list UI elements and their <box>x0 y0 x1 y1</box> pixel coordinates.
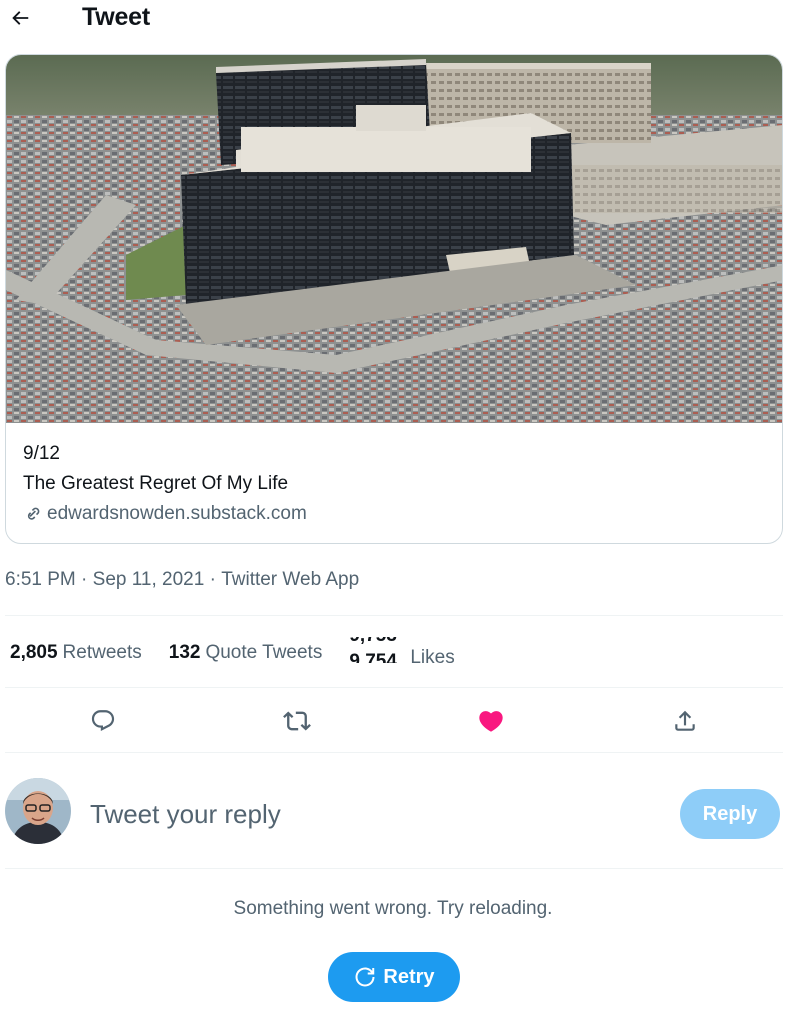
card-title: The Greatest Regret Of My Life <box>23 473 289 494</box>
reply-submit-button[interactable]: Reply <box>680 789 780 839</box>
retweets-label: Retweets <box>62 642 142 663</box>
retweets-stat[interactable]: 2,805 Retweets <box>10 642 142 664</box>
likes-count-old: 9,753 <box>349 637 397 645</box>
divider <box>5 687 783 688</box>
refresh-icon <box>355 967 375 987</box>
reply-input[interactable] <box>90 794 650 834</box>
tweet-date-link[interactable]: Sep 11, 2021 <box>93 569 205 591</box>
link-preview-card[interactable]: 9/12 The Greatest Regret Of My Life edwa… <box>5 54 783 544</box>
tweet-stats: 2,805 Retweets 132 Quote Tweets 9,753 9,… <box>10 637 482 669</box>
error-message: Something went wrong. Try reloading. <box>233 898 553 919</box>
arrow-left-icon <box>12 11 29 25</box>
divider <box>5 752 783 753</box>
timestamp-separator: · <box>75 569 93 590</box>
link-icon <box>27 507 40 520</box>
like-button[interactable] <box>474 704 508 738</box>
tweet-timestamp: 6:51 PM · Sep 11, 2021 · Twitter Web App <box>5 569 359 591</box>
quote-tweets-stat[interactable]: 132 Quote Tweets <box>169 642 323 664</box>
reply-icon <box>91 710 115 732</box>
heart-filled-icon <box>479 711 503 732</box>
share-icon <box>675 710 695 731</box>
back-button[interactable] <box>6 4 34 32</box>
likes-stat[interactable]: 9,753 9,754 Likes <box>349 637 454 669</box>
reply-composer: Reply <box>0 770 794 860</box>
likes-count-new: 9,754 <box>349 651 397 663</box>
retweet-icon <box>283 711 311 731</box>
tweet-source-link[interactable]: Twitter Web App <box>221 569 359 591</box>
reply-button[interactable] <box>86 704 120 738</box>
tweet-time-link[interactable]: 6:51 PM <box>5 569 76 591</box>
divider <box>5 868 783 869</box>
likes-count-animating: 9,753 9,754 <box>349 637 404 663</box>
page-header: Tweet <box>0 0 794 36</box>
likes-label: Likes <box>410 647 455 668</box>
retry-button[interactable]: Retry <box>328 952 460 1002</box>
share-button[interactable] <box>668 704 702 738</box>
card-domain: edwardsnowden.substack.com <box>23 503 307 525</box>
page-title: Tweet <box>82 3 150 31</box>
card-image[interactable] <box>6 55 782 423</box>
card-domain-text: edwardsnowden.substack.com <box>47 503 307 524</box>
retry-label: Retry <box>383 965 435 988</box>
tweet-actions <box>0 696 794 746</box>
retweet-button[interactable] <box>280 704 314 738</box>
retweets-count: 2,805 <box>10 642 58 663</box>
card-counter: 9/12 <box>23 443 60 464</box>
divider <box>5 615 783 616</box>
quote-tweets-label: Quote Tweets <box>205 642 323 663</box>
quote-tweets-count: 132 <box>168 642 201 663</box>
avatar[interactable] <box>5 778 71 844</box>
timestamp-separator: · <box>204 569 222 590</box>
